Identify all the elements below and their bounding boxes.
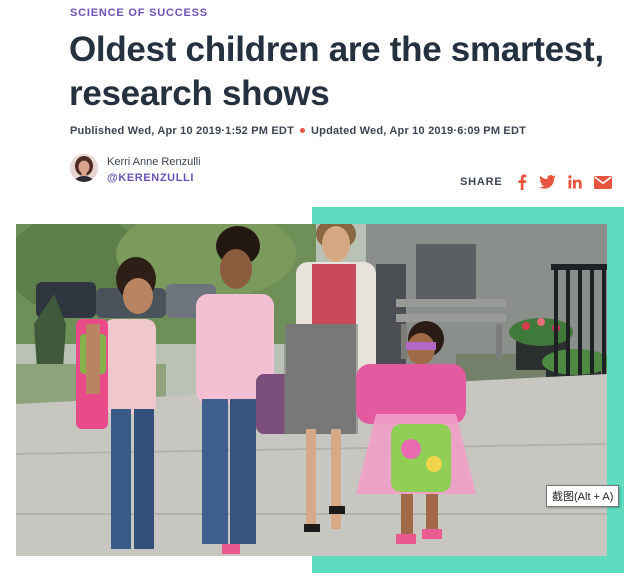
hero-image[interactable] <box>16 224 607 556</box>
updated-timestamp: Updated Wed, Apr 10 2019·6:09 PM EDT <box>311 125 527 137</box>
separator-dot <box>300 128 305 134</box>
section-kicker[interactable]: SCIENCE OF SUCCESS <box>70 7 208 19</box>
article-dateline: Published Wed, Apr 10 2019·1:52 PM EDT Up… <box>70 125 526 137</box>
facebook-icon[interactable] <box>517 174 527 190</box>
author-avatar[interactable] <box>70 154 98 182</box>
screenshot-tooltip: 截图(Alt + A) <box>546 485 620 507</box>
article-headline: Oldest children are the smartest, resear… <box>69 30 604 113</box>
published-timestamp: Published Wed, Apr 10 2019·1:52 PM EDT <box>70 125 294 137</box>
share-label: SHARE <box>460 176 503 188</box>
linkedin-icon[interactable] <box>567 175 582 189</box>
share-bar: SHARE <box>460 172 612 192</box>
twitter-icon[interactable] <box>538 175 556 189</box>
author-name[interactable]: Kerri Anne Renzulli <box>107 156 201 168</box>
email-icon[interactable] <box>593 175 612 189</box>
author-handle[interactable]: @KERENZULLI <box>107 172 194 184</box>
